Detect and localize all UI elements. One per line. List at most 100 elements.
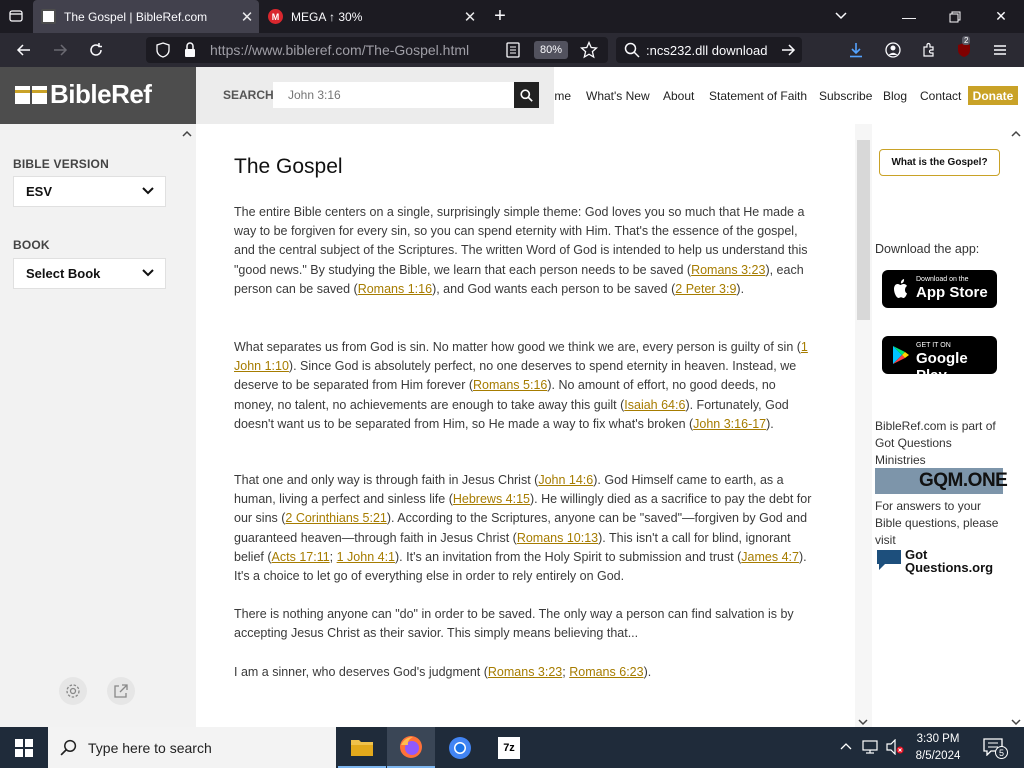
back-icon[interactable] <box>12 38 36 62</box>
paragraph-1: The entire Bible centers on a single, su… <box>234 203 819 299</box>
scripture-link[interactable]: 1 John 4:1 <box>337 550 395 564</box>
list-tabs-chevron-icon[interactable] <box>829 4 853 28</box>
bibleref-favicon <box>41 9 56 24</box>
scripture-link[interactable]: Romans 1:16 <box>358 282 432 296</box>
apple-logo-icon <box>891 278 911 305</box>
account-icon[interactable] <box>881 38 905 62</box>
close-window-icon[interactable]: ✕ <box>978 0 1024 33</box>
downloads-icon[interactable] <box>844 38 868 62</box>
site-search-input[interactable] <box>273 82 516 108</box>
scripture-link[interactable]: Romans 5:16 <box>473 378 547 392</box>
show-hidden-icons-chevron-icon[interactable] <box>840 740 852 758</box>
lock-icon[interactable] <box>184 42 196 63</box>
part-of-text: BibleRef.com is part of Got Questions Mi… <box>875 419 996 467</box>
sidebar-scrollbar[interactable] <box>179 124 196 654</box>
scripture-link[interactable]: Acts 17:11 <box>272 550 330 564</box>
reload-icon[interactable] <box>84 38 108 62</box>
scripture-link[interactable]: 2 Corinthians 5:21 <box>285 511 386 525</box>
reader-view-icon[interactable] <box>506 42 520 63</box>
page-title: The Gospel <box>234 155 343 178</box>
nav-statement-of-faith[interactable]: Statement of Faith <box>709 89 807 103</box>
open-book-icon <box>15 85 47 110</box>
url-text: https://www.bibleref.com/The-Gospel.html <box>210 42 469 58</box>
chrome-taskbar-icon[interactable] <box>436 727 484 768</box>
scripture-link[interactable]: 2 Peter 3:9 <box>675 282 736 296</box>
scripture-link[interactable]: Romans 10:13 <box>517 531 598 545</box>
close-tab-icon[interactable]: ✕ <box>235 8 259 26</box>
taskbar-clock[interactable]: 3:30 PM 8/5/2024 <box>908 731 968 765</box>
paragraph-text: ). <box>736 281 745 296</box>
mega-favicon: M <box>268 9 283 24</box>
scripture-link[interactable]: Isaiah 64:6 <box>624 398 685 412</box>
nav-contact[interactable]: Contact <box>920 89 961 103</box>
go-arrow-icon[interactable] <box>780 42 796 63</box>
scripture-link[interactable]: James 4:7 <box>741 550 799 564</box>
forward-icon[interactable] <box>48 38 72 62</box>
tab-bibleref[interactable]: The Gospel | BibleRef.com ✕ <box>33 0 259 33</box>
search-bar[interactable]: :ncs232.dll download <box>616 37 802 63</box>
site-logo[interactable]: BibleRef <box>0 67 196 124</box>
got-questions-logo-text: Got Questions.org <box>905 547 994 575</box>
tab-mega[interactable]: M MEGA ↑ 30% ✕ <box>260 0 482 33</box>
zoom-level-badge[interactable]: 80% <box>534 41 568 59</box>
main-scrollbar-thumb[interactable] <box>857 140 870 320</box>
7zip-taskbar-icon[interactable]: 7z <box>485 727 533 768</box>
settings-button[interactable] <box>59 677 87 705</box>
site-search-button[interactable] <box>514 82 539 108</box>
nav-about[interactable]: About <box>663 89 694 103</box>
scripture-link[interactable]: John 14:6 <box>538 473 593 487</box>
paragraph-text: ). <box>766 416 774 431</box>
scroll-up-icon[interactable] <box>1011 126 1021 144</box>
firefox-taskbar-icon[interactable] <box>387 727 435 768</box>
bookmark-star-icon[interactable] <box>579 40 599 64</box>
gqm-logo[interactable]: GQM.ONE <box>875 468 1008 494</box>
chevron-down-icon <box>141 265 155 282</box>
got-questions-logo[interactable]: Got Questions.org <box>875 548 1005 574</box>
scripture-link[interactable]: Romans 3:23 <box>488 665 562 679</box>
paragraph-text: ), and God wants each person to be saved… <box>432 281 676 296</box>
address-bar[interactable]: https://www.bibleref.com/The-Gospel.html… <box>146 37 608 63</box>
network-icon[interactable] <box>862 739 880 760</box>
what-is-the-gospel-button[interactable]: What is the Gospel? <box>879 149 1000 176</box>
google-play-button[interactable]: GET IT ON Google Play <box>882 336 997 384</box>
donate-button[interactable]: Donate <box>968 86 1018 105</box>
windows-logo-icon <box>15 738 33 757</box>
google-play-text: Google Play <box>916 350 968 384</box>
app-store-button[interactable]: Download on the App Store <box>882 270 997 308</box>
main-scrollbar[interactable] <box>855 124 872 727</box>
notifications-icon[interactable]: 5 <box>983 738 1008 761</box>
extension-badge: 2 <box>962 36 971 45</box>
minimize-icon[interactable]: — <box>886 0 932 33</box>
start-button[interactable] <box>0 727 48 768</box>
close-tab-icon[interactable]: ✕ <box>458 8 482 26</box>
scripture-link[interactable]: Romans 6:23 <box>569 665 643 679</box>
ublock-extension-icon[interactable]: 2 <box>952 36 976 62</box>
bible-version-select[interactable]: ESV <box>13 176 166 207</box>
scripture-link[interactable]: John 3:16-17 <box>693 417 766 431</box>
nav-blog[interactable]: Blog <box>883 89 907 103</box>
tab-overview-icon[interactable] <box>4 4 28 28</box>
share-button[interactable] <box>107 677 135 705</box>
windows-taskbar: Type here to search 7z 3:30 PM 8/5/2024 … <box>0 727 1024 768</box>
scripture-link[interactable]: Romans 3:23 <box>691 263 765 277</box>
shield-icon[interactable] <box>156 42 170 63</box>
nav-whats-new[interactable]: What's New <box>586 89 650 103</box>
new-tab-icon[interactable]: + <box>488 4 512 28</box>
right-scrollbar[interactable] <box>1008 124 1024 727</box>
search-bar-text[interactable]: :ncs232.dll download <box>646 43 774 58</box>
tab-title: MEGA ↑ 30% <box>291 9 363 24</box>
file-explorer-taskbar-icon[interactable] <box>338 727 386 768</box>
google-play-small-text: GET IT ON <box>916 342 951 349</box>
hamburger-menu-icon[interactable] <box>988 38 1012 62</box>
taskbar-search[interactable]: Type here to search <box>48 727 336 768</box>
volume-muted-icon[interactable] <box>886 738 904 760</box>
scroll-up-icon[interactable] <box>182 126 192 144</box>
nav-subscribe[interactable]: Subscribe <box>819 89 872 103</box>
scripture-link[interactable]: Hebrews 4:15 <box>453 492 530 506</box>
bible-version-label: BIBLE VERSION <box>13 157 109 171</box>
extensions-puzzle-icon[interactable] <box>917 38 941 62</box>
paragraph-text: ; <box>329 549 337 564</box>
restore-icon[interactable] <box>932 0 978 33</box>
tab-title: The Gospel | BibleRef.com <box>64 9 208 24</box>
book-select[interactable]: Select Book <box>13 258 166 289</box>
